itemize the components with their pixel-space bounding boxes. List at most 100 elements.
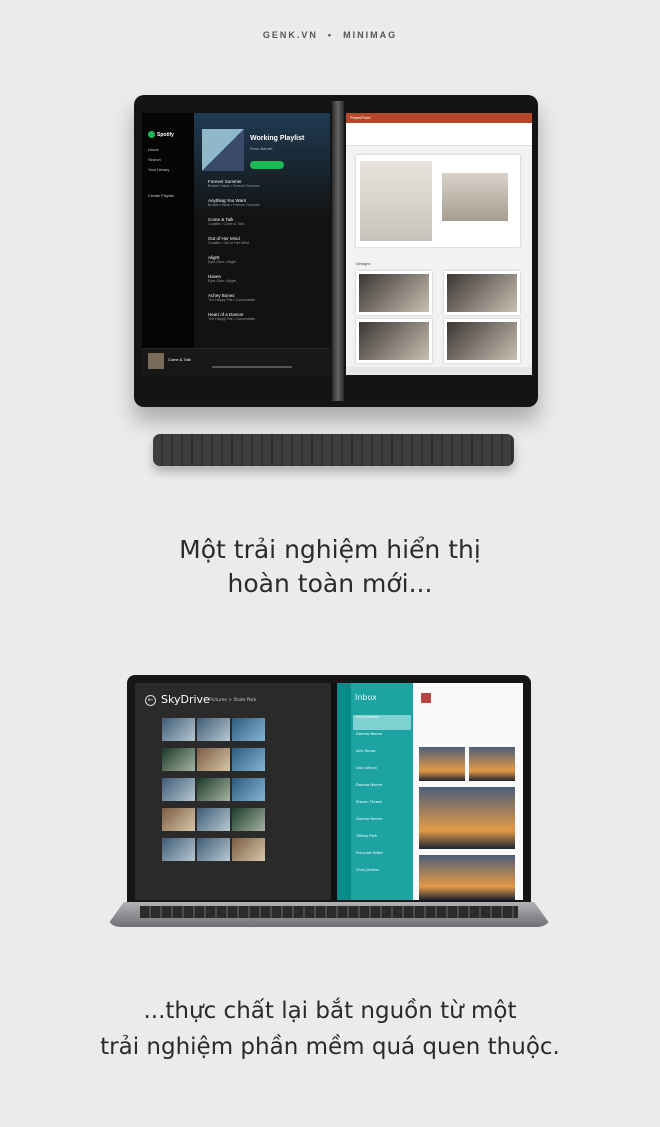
spotify-logo: Spotify — [148, 131, 174, 138]
back-arrow-icon[interactable]: ← — [145, 695, 156, 706]
playlist-owner: Rose Barrett — [250, 146, 273, 151]
track-artist: Coastle • Out of Her Mind — [208, 241, 249, 245]
mail-folder-bar — [337, 683, 351, 900]
wireless-keyboard — [153, 434, 514, 466]
site-header: GENK.VN • MINIMAG — [0, 30, 660, 40]
email-photo — [419, 747, 465, 781]
photo-thumbnail[interactable] — [232, 718, 265, 741]
hinge — [332, 101, 344, 401]
track-row[interactable]: Achey Bones The Happy Fits • Concentrate — [202, 293, 324, 312]
photo-thumbnail[interactable] — [232, 808, 265, 831]
photo-thumbnail[interactable] — [197, 748, 230, 771]
mail-reading-pane — [413, 683, 523, 900]
track-row[interactable]: Alight Eyre Glen • Alight — [202, 255, 324, 274]
track-artist: Broken Halos • Forever Summer — [208, 203, 260, 207]
caption-1-line1: Một trải nghiệm hiển thị — [179, 535, 481, 564]
photo-thumbnail[interactable] — [162, 778, 195, 801]
mail-list: Inbox Chris Jenkins Dorena Mercer Julia Ro… — [351, 683, 413, 900]
track-artist: Coastle • Come & Talk — [208, 222, 244, 226]
mail-item[interactable]: Dorena Mercer — [353, 732, 411, 747]
track-artist: Eyre Glen • Alight — [208, 260, 237, 264]
mail-item[interactable]: Tiffany Park — [353, 834, 411, 849]
playlist-title: Working Playlist — [250, 135, 305, 142]
create-playlist-button[interactable]: Create Playlist — [148, 193, 174, 198]
design-thumbnail[interactable] — [356, 319, 432, 363]
caption-1-line2: hoàn toàn mới... — [227, 569, 433, 598]
powerpoint-screen: PowerPoint Designs — [346, 113, 532, 375]
photo-thumbnail[interactable] — [197, 838, 230, 861]
photo-thumbnail[interactable] — [162, 838, 195, 861]
design-thumbnail[interactable] — [356, 271, 432, 315]
photo-thumbnail[interactable] — [197, 808, 230, 831]
photo-thumbnail[interactable] — [232, 748, 265, 771]
powerpoint-titlebar: PowerPoint — [346, 113, 532, 123]
design-thumbnail[interactable] — [444, 319, 520, 363]
spotify-screen: Spotify Home Search Your Library Create … — [142, 113, 330, 375]
photo-thumbnail[interactable] — [197, 778, 230, 801]
photo-thumbnail[interactable] — [162, 718, 195, 741]
caption-1: Một trải nghiệm hiển thị hoàn toàn mới..… — [0, 533, 660, 601]
play-button[interactable] — [250, 161, 284, 169]
caption-2-line2: trải nghiệm phần mềm quá quen thuộc. — [100, 1034, 560, 1060]
photo-thumbnail[interactable] — [232, 778, 265, 801]
mail-item[interactable]: Chris Jenkins — [353, 715, 411, 730]
track-row[interactable]: Out of Her Mind Coastle • Out of Her Mind — [202, 236, 324, 255]
track-row[interactable]: Haven Eyre Glen • Alight — [202, 274, 324, 293]
track-row[interactable]: Heart of a Dancer The Happy Fits • Concen… — [202, 312, 324, 331]
laptop-keyboard — [140, 906, 518, 918]
slide-photo — [360, 161, 432, 241]
now-playing-bar: Come & Talk — [142, 348, 330, 375]
email-photo — [469, 747, 515, 781]
spotify-icon — [148, 131, 155, 138]
photo-thumbnail[interactable] — [162, 808, 195, 831]
inbox-title: Inbox — [355, 693, 377, 702]
playlist-cover — [202, 129, 244, 171]
header-separator: • — [327, 30, 334, 40]
mail-item[interactable]: Steven Thrash — [353, 800, 411, 815]
mail-item[interactable]: Lisa Getson — [353, 766, 411, 781]
spotify-playlist: Working Playlist Rose Barrett Forever Su… — [194, 113, 330, 349]
skydrive-app: ← SkyDrive Pictures > State Park — [135, 683, 331, 900]
breadcrumb: Pictures > State Park — [209, 698, 257, 703]
mail-item[interactable]: Dorena Mercer — [353, 783, 411, 798]
email-photo — [419, 855, 515, 900]
photo-thumbnail[interactable] — [162, 748, 195, 771]
brand-label: GENK.VN — [262, 30, 318, 40]
dual-screen-device: Spotify Home Search Your Library Create … — [134, 95, 538, 407]
track-artist: The Happy Fits • Concentrate — [208, 317, 256, 321]
track-artist: Broken Halos • Forever Summer — [208, 184, 260, 188]
mail-item[interactable]: Francine Potter — [353, 851, 411, 866]
sender-avatar — [421, 693, 431, 703]
slide-photo — [442, 173, 508, 221]
designs-label: Designs — [356, 261, 371, 266]
track-row[interactable]: Come & Talk Coastle • Come & Talk — [202, 217, 324, 236]
laptop: ← SkyDrive Pictures > State Park Inbox C… — [127, 675, 531, 902]
email-photo — [419, 787, 515, 849]
design-thumbnail[interactable] — [444, 271, 520, 315]
status-bar — [346, 367, 532, 375]
track-row[interactable]: Forever Summer Broken Halos • Forever Sum… — [202, 179, 324, 198]
nav-home[interactable]: Home — [148, 147, 159, 152]
skydrive-title: SkyDrive — [161, 693, 210, 706]
powerpoint-ribbon — [346, 123, 532, 146]
photo-thumbnail[interactable] — [197, 718, 230, 741]
caption-2: ...thực chất lại bắt nguồn từ một trải n… — [0, 993, 660, 1065]
track-artist: Eyre Glen • Alight — [208, 279, 237, 283]
section-label: MINIMAG — [343, 30, 398, 40]
nav-library[interactable]: Your Library — [148, 167, 169, 172]
track-artist: The Happy Fits • Concentrate — [208, 298, 256, 302]
now-playing-art — [148, 353, 164, 369]
nav-search[interactable]: Search — [148, 157, 161, 162]
mail-item[interactable]: Dorena Mercer — [353, 817, 411, 832]
slide-preview — [356, 155, 520, 247]
track-row[interactable]: Anything You Want Broken Halos • Forever … — [202, 198, 324, 217]
laptop-base — [106, 902, 552, 927]
mail-item[interactable]: Chris Jenkins — [353, 868, 411, 883]
track-list: Forever Summer Broken Halos • Forever Sum… — [202, 179, 324, 331]
photo-grid — [162, 718, 272, 868]
caption-2-line1: ...thực chất lại bắt nguồn từ một — [143, 998, 517, 1024]
mail-item[interactable]: Julia Rouse — [353, 749, 411, 764]
progress-bar[interactable] — [212, 366, 292, 368]
now-playing-title: Come & Talk — [168, 357, 191, 362]
photo-thumbnail[interactable] — [232, 838, 265, 861]
